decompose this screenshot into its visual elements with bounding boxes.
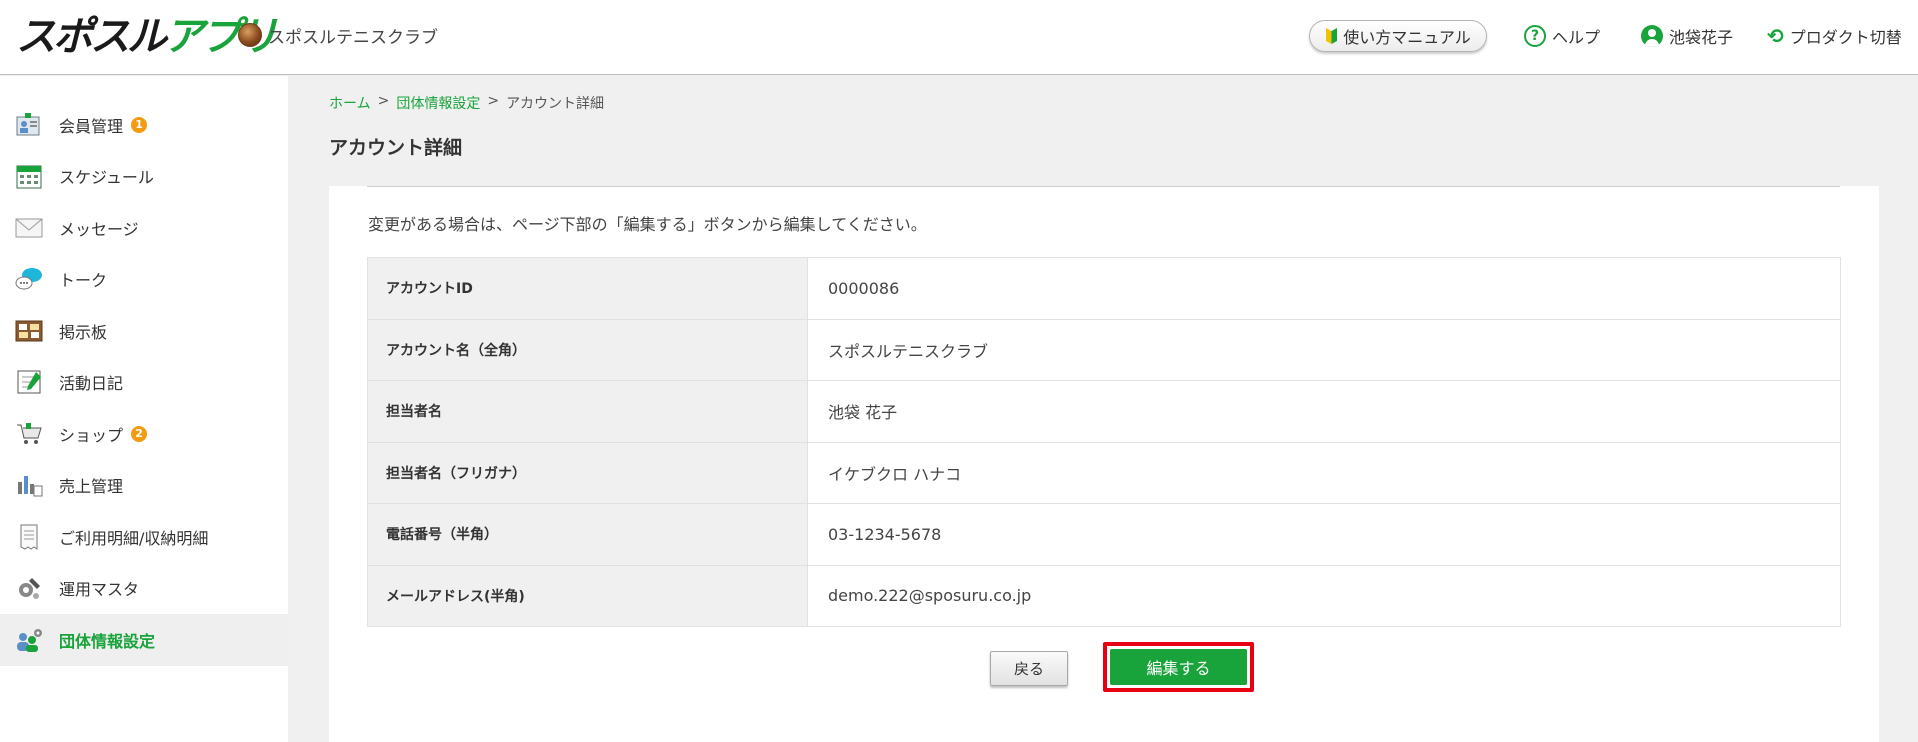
sidebar-item-shop[interactable]: ショップ 2 <box>0 408 288 460</box>
field-value: イケブクロ ハナコ <box>807 441 1841 504</box>
sidebar-item-talk[interactable]: トーク <box>0 254 288 306</box>
sidebar-item-label: 運用マスタ <box>59 580 140 600</box>
sidebar-item-operation-master[interactable]: 運用マスタ <box>0 563 288 615</box>
breadcrumb-separator: > <box>487 93 500 109</box>
sidebar: 会員管理 1 スケジュール メッセージ トーク 掲示板 活動日記 ショップ 2 … <box>0 76 288 742</box>
notification-badge: 2 <box>131 425 148 442</box>
field-label: 電話番号（半角） <box>367 503 808 566</box>
user-icon <box>1641 25 1663 47</box>
sidebar-item-member[interactable]: 会員管理 1 <box>0 99 288 151</box>
beginner-mark-icon <box>1326 28 1338 44</box>
field-label: 担当者名（フリガナ） <box>367 441 808 504</box>
table-row: 電話番号（半角） 03-1234-5678 <box>367 503 1841 566</box>
receipt-icon <box>14 523 44 551</box>
sidebar-item-group-settings[interactable]: 団体情報設定 <box>0 614 288 666</box>
field-value: 0000086 <box>807 257 1841 320</box>
field-value: 03-1234-5678 <box>807 503 1841 566</box>
sidebar-item-schedule[interactable]: スケジュール <box>0 151 288 203</box>
notification-badge: 1 <box>131 116 148 133</box>
group-settings-icon <box>14 626 44 654</box>
breadcrumb: ホーム > 団体情報設定 > アカウント詳細 <box>329 93 604 113</box>
sidebar-item-label: トーク <box>59 271 108 291</box>
shopping-cart-icon <box>14 420 44 448</box>
org-name-text: スポスルテニスクラブ <box>268 27 438 48</box>
gear-wrench-icon <box>14 574 44 602</box>
table-row: アカウント名（全角） スポスルテニスクラブ <box>367 318 1841 381</box>
divider <box>367 186 1840 187</box>
field-label: アカウントID <box>367 257 808 320</box>
back-button[interactable]: 戻る <box>990 651 1068 686</box>
help-label: ヘルプ <box>1552 28 1601 47</box>
sidebar-item-label: ご利用明細/収納明細 <box>59 528 209 548</box>
table-row: 担当者名 池袋 花子 <box>367 380 1841 443</box>
breadcrumb-separator: > <box>377 93 390 109</box>
chat-bubble-icon <box>14 265 44 293</box>
help-link[interactable]: ? ヘルプ <box>1524 20 1600 52</box>
sidebar-item-board[interactable]: 掲示板 <box>0 305 288 357</box>
envelope-icon <box>14 214 44 242</box>
sidebar-item-label: 活動日記 <box>59 374 124 394</box>
manual-label: 使い方マニュアル <box>1343 28 1471 47</box>
table-row: アカウントID 0000086 <box>367 257 1841 320</box>
sales-chart-icon <box>14 471 44 499</box>
calendar-icon <box>14 162 44 190</box>
sidebar-item-label: スケジュール <box>59 168 154 188</box>
table-row: メールアドレス(半角) demo.222@sposuru.co.jp <box>367 564 1841 627</box>
sidebar-item-label: 会員管理 <box>59 116 124 136</box>
breadcrumb-parent-link[interactable]: 団体情報設定 <box>396 93 480 113</box>
breadcrumb-home-link[interactable]: ホーム <box>329 93 371 113</box>
refresh-arrows-icon: ⟲ <box>1767 24 1784 48</box>
breadcrumb-current: アカウント詳細 <box>506 96 605 112</box>
app-header: スポスルアプリ スポスルテニスクラブ 使い方マニュアル ? ヘルプ 池袋花子 ⟲… <box>0 0 1918 75</box>
sidebar-item-billing[interactable]: ご利用明細/収納明細 <box>0 511 288 563</box>
field-value: 池袋 花子 <box>807 380 1841 443</box>
edit-button[interactable]: 編集する <box>1110 649 1247 685</box>
user-name: 池袋花子 <box>1669 28 1734 47</box>
help-icon: ? <box>1524 25 1546 47</box>
account-detail-table: アカウントID 0000086 アカウント名（全角） スポスルテニスクラブ 担当… <box>367 257 1841 627</box>
field-value: demo.222@sposuru.co.jp <box>807 564 1841 627</box>
org-avatar-icon <box>238 23 262 47</box>
sidebar-item-label: 売上管理 <box>59 477 124 497</box>
bulletin-board-icon <box>14 317 44 345</box>
field-label: メールアドレス(半角) <box>367 564 808 627</box>
sidebar-item-label: メッセージ <box>59 219 139 239</box>
manual-button[interactable]: 使い方マニュアル <box>1309 20 1487 52</box>
logo-text-primary: スポスル <box>16 14 167 60</box>
sidebar-item-label: ショップ <box>59 425 124 445</box>
sidebar-item-sales[interactable]: 売上管理 <box>0 460 288 512</box>
sidebar-item-label: 団体情報設定 <box>59 631 156 651</box>
field-label: アカウント名（全角） <box>367 318 808 381</box>
user-menu[interactable]: 池袋花子 <box>1641 20 1733 52</box>
sidebar-item-label: 掲示板 <box>59 322 108 342</box>
product-switch-link[interactable]: ⟲ プロダクト切替 <box>1767 20 1902 52</box>
notebook-icon <box>14 368 44 396</box>
table-row: 担当者名（フリガナ） イケブクロ ハナコ <box>367 441 1841 504</box>
account-detail-card: 変更がある場合は、ページ下部の「編集する」ボタンから編集してください。 アカウン… <box>329 186 1879 742</box>
page-title: アカウント詳細 <box>329 137 463 159</box>
field-value: スポスルテニスクラブ <box>807 318 1841 381</box>
organization-name: スポスルテニスクラブ <box>238 21 438 49</box>
sidebar-item-diary[interactable]: 活動日記 <box>0 357 288 409</box>
edit-notice: 変更がある場合は、ページ下部の「編集する」ボタンから編集してください。 <box>368 215 927 234</box>
product-switch-label: プロダクト切替 <box>1789 28 1902 47</box>
field-label: 担当者名 <box>367 380 808 443</box>
member-card-icon <box>14 111 44 139</box>
app-logo[interactable]: スポスルアプリ <box>16 12 278 62</box>
sidebar-item-message[interactable]: メッセージ <box>0 202 288 254</box>
